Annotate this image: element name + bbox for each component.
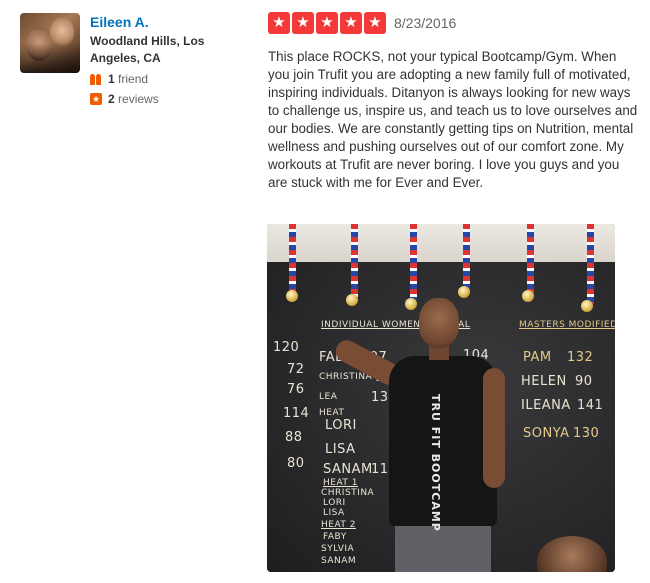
chalk-score: 114	[283, 406, 310, 421]
chalk-score: 72	[287, 362, 305, 377]
friends-icon	[90, 73, 102, 85]
chalk-header-masters: MASTERS MODIFIED	[519, 320, 615, 330]
chalk-name: LORI	[325, 418, 357, 433]
chalk-name: LEA	[319, 392, 338, 402]
chalk-name: SANAM	[323, 462, 373, 477]
chalk-score: 80	[287, 456, 305, 471]
chalk-name: HELEN	[521, 374, 567, 389]
chalk-heat: HEAT 1	[323, 478, 358, 488]
shirt-text: TRU FIT BOOTCAMP	[429, 394, 442, 532]
rating-row: ★ ★ ★ ★ ★ 8/23/2016	[268, 11, 638, 35]
reviews-count: 2	[108, 92, 115, 106]
review-date: 8/23/2016	[394, 15, 457, 31]
chalk-heat: HEAT 2	[321, 520, 356, 530]
chalk-score: 141	[577, 398, 604, 413]
star-rating: ★ ★ ★ ★ ★	[268, 12, 386, 34]
chalk-name: PAM	[523, 350, 552, 365]
friends-label: friend	[118, 72, 149, 86]
friends-stat: 1 friend	[90, 70, 240, 88]
chalk-score: 132	[567, 350, 594, 365]
star-icon: ★	[268, 12, 290, 34]
star-icon: ★	[364, 12, 386, 34]
star-icon: ★	[316, 12, 338, 34]
photo-trainer: TRU FIT BOOTCAMP	[332, 298, 505, 572]
chalk-name: ILEANA	[521, 398, 571, 413]
review-photo[interactable]: INDIVIDUAL WOMEN UAL MASTERS MODIFIED 12…	[267, 224, 615, 572]
chalk-name: SONYA	[523, 426, 570, 441]
chalk-heat: CHRISTINA	[321, 488, 375, 498]
chalk-name: LISA	[325, 442, 356, 457]
reviews-stat: ★ 2 reviews	[90, 90, 240, 108]
chalk-score: 120	[273, 340, 300, 355]
chalk-heat: LORI	[323, 498, 346, 508]
chalk-score: 130	[573, 426, 600, 441]
chalk-heat: SYLVIA	[321, 544, 355, 554]
chalk-score: 90	[575, 374, 593, 389]
user-info: Eileen A. Woodland Hills, Los Angeles, C…	[90, 13, 240, 108]
star-icon: ★	[292, 12, 314, 34]
review-star-icon: ★	[90, 93, 102, 105]
star-icon: ★	[340, 12, 362, 34]
chalk-score: 76	[287, 382, 305, 397]
chalk-name: HEAT	[319, 408, 345, 418]
photo-wall	[267, 224, 615, 264]
chalk-heat: LISA	[323, 508, 345, 518]
review-text: This place ROCKS, not your typical Bootc…	[268, 49, 638, 190]
chalk-score: 88	[285, 430, 303, 445]
user-name-link[interactable]: Eileen A.	[90, 13, 240, 31]
chalk-heat: SANAM	[321, 556, 357, 566]
user-avatar[interactable]	[20, 13, 80, 73]
chalk-heat: FABY	[323, 532, 347, 542]
user-location: Woodland Hills, Los Angeles, CA	[90, 34, 205, 65]
reviews-label: reviews	[118, 92, 159, 106]
friends-count: 1	[108, 72, 115, 86]
review-content: ★ ★ ★ ★ ★ 8/23/2016 This place ROCKS, no…	[268, 11, 638, 205]
